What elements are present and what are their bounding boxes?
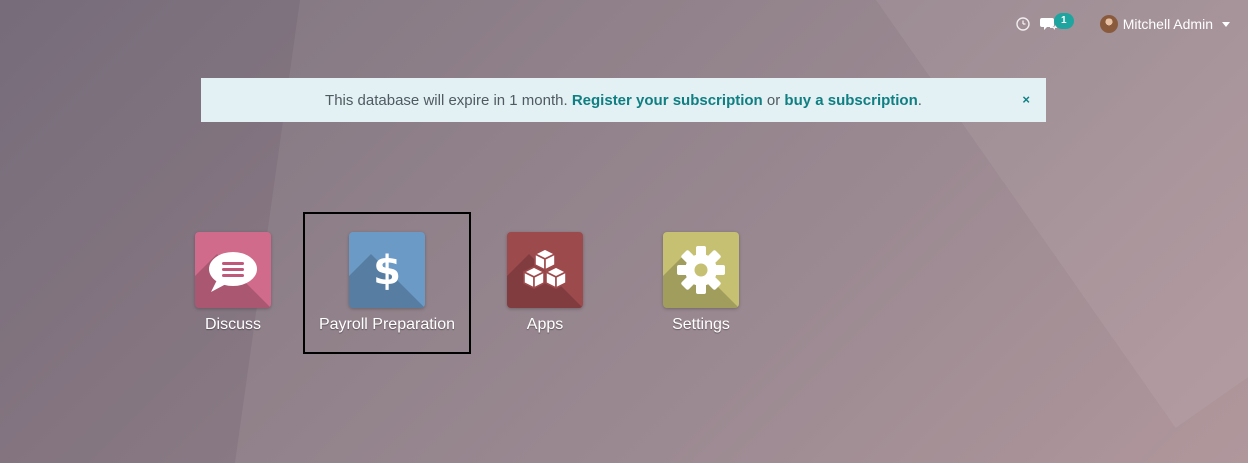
app-label-discuss: Discuss bbox=[204, 316, 261, 333]
app-discuss[interactable]: Discuss bbox=[155, 232, 311, 334]
apps-app-icon bbox=[507, 232, 583, 308]
app-payroll-preparation[interactable]: $ Payroll Preparation bbox=[303, 212, 471, 354]
app-label-payroll-preparation: Payroll Preparation bbox=[318, 316, 456, 333]
app-settings[interactable]: Settings bbox=[623, 232, 779, 334]
payroll-app-icon: $ bbox=[349, 232, 425, 308]
app-apps[interactable]: Apps bbox=[467, 232, 623, 334]
app-menu: Discuss $ Payroll Preparation Apps Setti… bbox=[0, 0, 1248, 463]
app-label-apps: Apps bbox=[526, 316, 564, 333]
gear-icon bbox=[677, 246, 725, 294]
discuss-app-icon bbox=[195, 232, 271, 308]
settings-app-icon bbox=[663, 232, 739, 308]
cubes-icon bbox=[523, 248, 567, 289]
app-label-settings: Settings bbox=[672, 316, 730, 333]
dollar-icon: $ bbox=[373, 248, 401, 294]
svg-text:$: $ bbox=[373, 248, 401, 294]
chat-bubble-icon bbox=[209, 252, 257, 292]
